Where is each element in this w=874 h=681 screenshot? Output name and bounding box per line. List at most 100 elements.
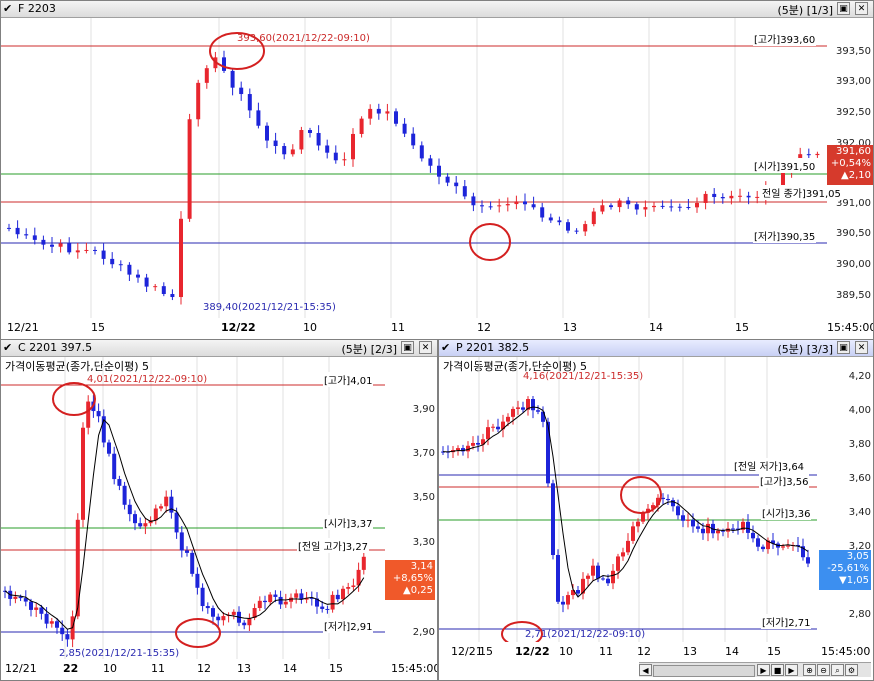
symbol-code[interactable]: F 2203 (18, 2, 56, 15)
candle-body (290, 149, 295, 155)
prev-high-label: [전일 고가]3,27 (297, 538, 370, 553)
candle-body (361, 556, 366, 570)
settings-icon[interactable]: ▣ (837, 341, 850, 354)
price-axis: 4,20 4,00 3,80 3,60 3,40 3,20 2,80 (817, 357, 873, 642)
candle-body (294, 593, 299, 598)
y-tick-label: 3,90 (412, 404, 435, 415)
candle-body (143, 523, 148, 527)
candle-body (320, 606, 325, 609)
settings-icon[interactable]: ▣ (837, 2, 850, 15)
candle-body (551, 483, 555, 556)
x-tick-label: 12 (637, 645, 651, 658)
candle-body (636, 521, 640, 527)
candle-body (325, 608, 330, 610)
candle-body (211, 608, 215, 617)
candle-body (346, 587, 351, 589)
check-icon[interactable]: ✔ (3, 341, 12, 354)
x-tick-label: 15:45:00 (827, 321, 874, 334)
candle-body (591, 565, 595, 576)
low-price-label: [저가]2,91 (323, 618, 374, 633)
candle-body (34, 607, 39, 610)
x-tick-label: 12/21 (7, 321, 39, 334)
candle-body (480, 205, 484, 207)
candle-body (368, 108, 373, 119)
candle-body (127, 264, 132, 275)
candle-body (84, 249, 89, 251)
play-icon[interactable]: ▶ (785, 664, 798, 676)
check-icon[interactable]: ✔ (441, 341, 450, 354)
period-label[interactable]: (5분) (778, 4, 804, 17)
search-icon[interactable]: ⌕ (831, 664, 844, 676)
candlestick-chart[interactable] (1, 18, 827, 318)
close-icon[interactable]: ✕ (419, 341, 432, 354)
low-price-label: [저가]390,35 (753, 228, 817, 243)
candlestick-chart[interactable] (439, 357, 817, 642)
candle-body (385, 111, 390, 114)
candle-body (601, 578, 605, 580)
candlestick-chart[interactable] (1, 357, 385, 659)
stop-icon[interactable]: ■ (771, 664, 784, 676)
close-icon[interactable]: ✕ (855, 341, 868, 354)
zoom-in-icon[interactable]: ⊕ (803, 664, 816, 676)
futures-chart-panel: ✔ F 2203 (5분) [1/3] ▣ ✕ 393,50 393,00 392,5… (0, 0, 874, 340)
close-icon[interactable]: ✕ (855, 2, 868, 15)
high-price-label: [고가]393,60 (753, 31, 817, 46)
candle-body (231, 611, 236, 615)
candle-body (55, 621, 59, 628)
candle-body (712, 193, 717, 198)
scroll-right-icon[interactable]: ▶ (757, 664, 770, 676)
candle-body (239, 87, 244, 95)
candle-body (516, 407, 520, 409)
period-page: (5분) [3/3] (778, 341, 834, 357)
candle-body (86, 401, 91, 428)
candle-body (611, 570, 615, 584)
change-value: ▼1,05 (839, 575, 869, 586)
low-annotation: 389,40(2021/12/21-15:35) (203, 302, 336, 313)
zoom-out-icon[interactable]: ⊖ (817, 664, 830, 676)
candle-body (621, 552, 625, 557)
candle-body (29, 601, 33, 610)
candle-body (196, 82, 201, 120)
candle-body (506, 416, 510, 422)
symbol-code[interactable]: P 2201 382.5 (456, 341, 529, 354)
period-label[interactable]: (5분) (342, 343, 368, 356)
period-label[interactable]: (5분) (778, 343, 804, 356)
candle-body (511, 408, 515, 417)
scroll-thumb[interactable] (653, 665, 755, 677)
candle-body (686, 519, 690, 521)
symbol-code[interactable]: C 2201 397.5 (18, 341, 92, 354)
settings-icon[interactable]: ▣ (401, 341, 414, 354)
change-percent: -25,61% (827, 563, 869, 574)
candle-body (118, 264, 123, 266)
high-price-label: [고가]3,56 (759, 473, 810, 488)
chart-scrollbar[interactable]: ◀ ▶ ■ ▶ ⊕ ⊖ ⌕ ⚙ (639, 662, 871, 677)
y-tick-label: 3,50 (412, 492, 435, 503)
x-tick-label: 14 (649, 321, 663, 334)
candle-body (122, 485, 127, 505)
candle-body (394, 111, 398, 124)
candle-body (101, 250, 106, 259)
y-tick-label: 2,90 (412, 627, 435, 638)
change-percent: +8,65% (392, 573, 433, 584)
candle-body (216, 616, 221, 621)
period-page: (5분) [2/3] (342, 341, 398, 357)
change-value: ▲0,25 (403, 585, 433, 596)
x-tick-label: 12/22 (515, 645, 550, 658)
candle-body (686, 207, 691, 209)
gear-icon[interactable]: ⚙ (845, 664, 858, 676)
call-option-chart-panel: ✔ C 2201 397.5 (5분) [2/3] ▣ ✕ 가격이동평균(종가,단… (0, 339, 438, 681)
candle-body (815, 153, 820, 156)
candle-body (634, 204, 639, 210)
candle-body (746, 195, 751, 198)
scroll-left-icon[interactable]: ◀ (639, 664, 652, 676)
panel-titlebar: ✔ P 2201 382.5 (5분) [3/3] ▣ ✕ (439, 340, 873, 357)
candle-body (81, 427, 85, 520)
check-icon[interactable]: ✔ (3, 2, 12, 15)
candle-body (523, 201, 527, 205)
x-tick-label: 14 (283, 662, 297, 675)
candle-body (60, 627, 65, 635)
candle-body (676, 506, 680, 516)
candle-body (256, 110, 261, 126)
candle-body (531, 204, 536, 208)
candle-body (133, 514, 137, 524)
